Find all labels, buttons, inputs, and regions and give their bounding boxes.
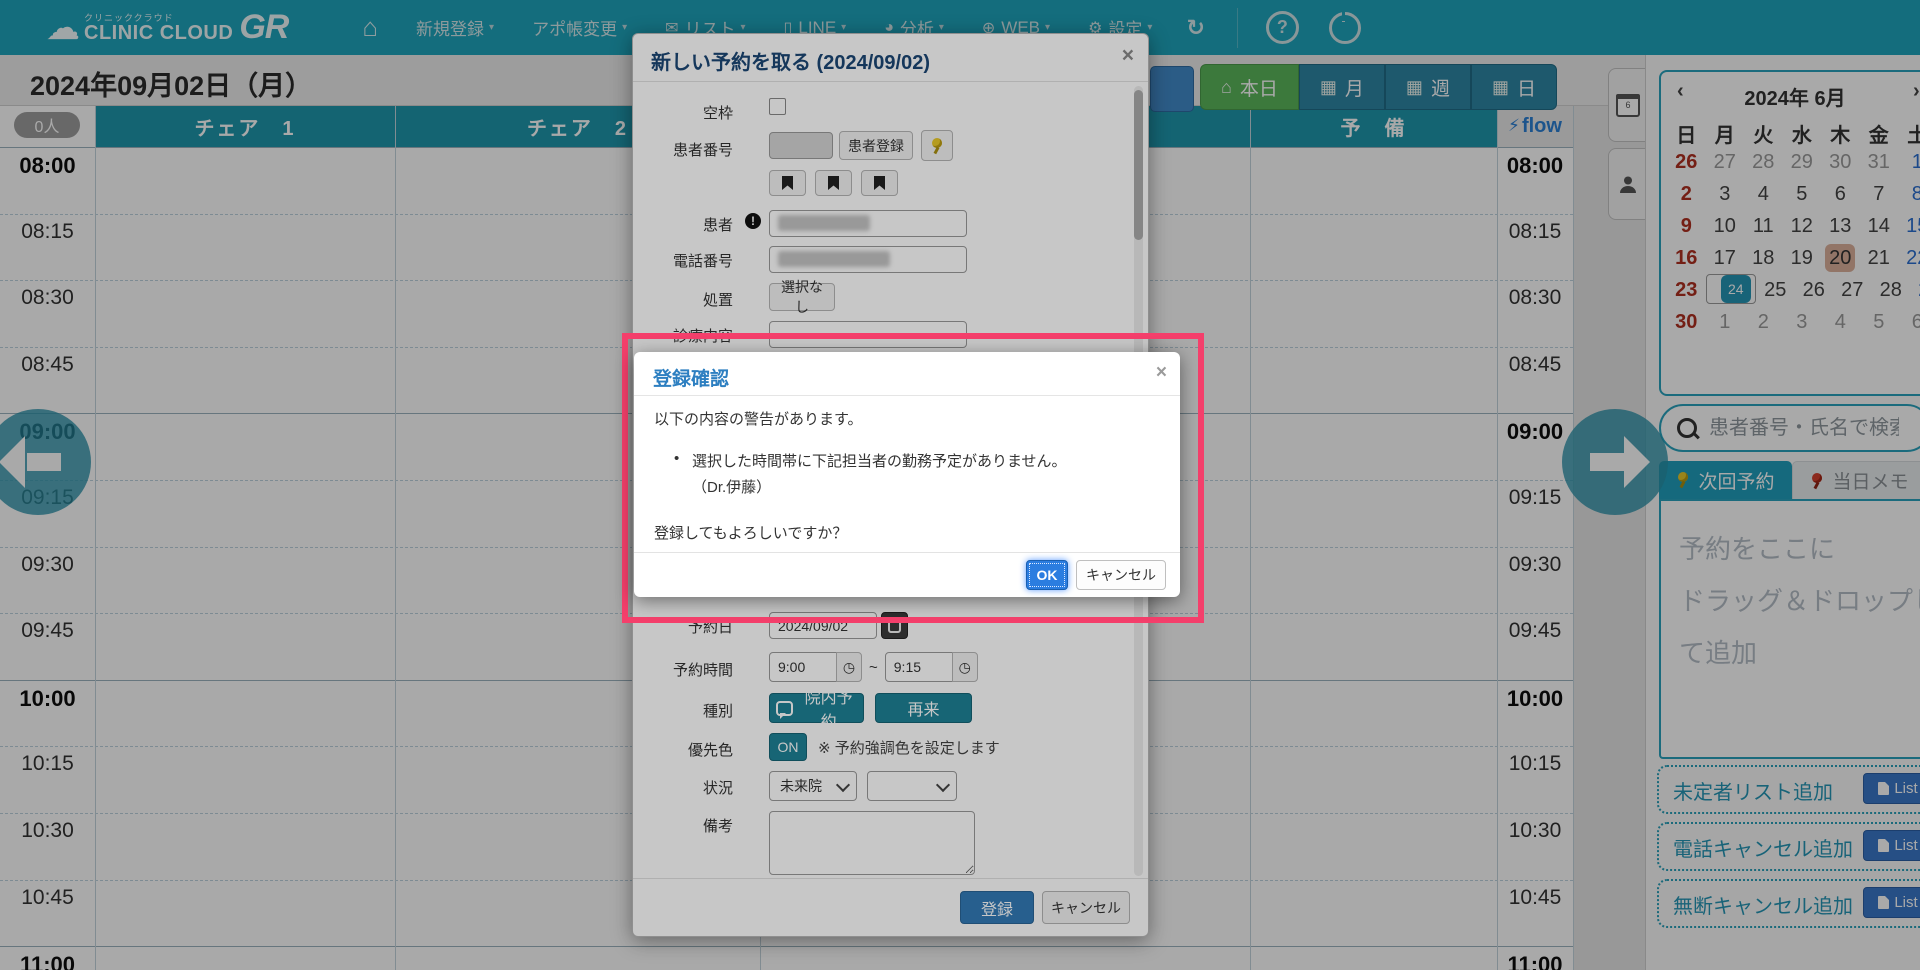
- confirm-warning: 選択した時間帯に下記担当者の勤務予定がありません。: [692, 450, 1067, 471]
- app: ☁ クリニッククラウド CLINIC CLOUD GR ⌂ 新規登録▾アポ帳変更…: [0, 0, 1920, 970]
- registration-confirm-dialog: 登録確認 × 以下の内容の警告があります。 • 選択した時間帯に下記担当者の勤務…: [634, 352, 1180, 597]
- confirm-highlight-frame: 登録確認 × 以下の内容の警告があります。 • 選択した時間帯に下記担当者の勤務…: [622, 333, 1204, 623]
- confirm-cancel-button[interactable]: キャンセル: [1076, 560, 1166, 590]
- confirm-intro: 以下の内容の警告があります。: [654, 408, 863, 429]
- confirm-close-icon[interactable]: ×: [1156, 362, 1167, 384]
- confirm-ok-button[interactable]: OK: [1026, 560, 1068, 590]
- confirm-question: 登録してもよろしいですか？: [654, 522, 847, 543]
- confirm-warning-detail: （Dr.伊藤）: [692, 476, 771, 497]
- confirm-title: 登録確認: [653, 364, 729, 391]
- bullet-icon: •: [674, 450, 679, 467]
